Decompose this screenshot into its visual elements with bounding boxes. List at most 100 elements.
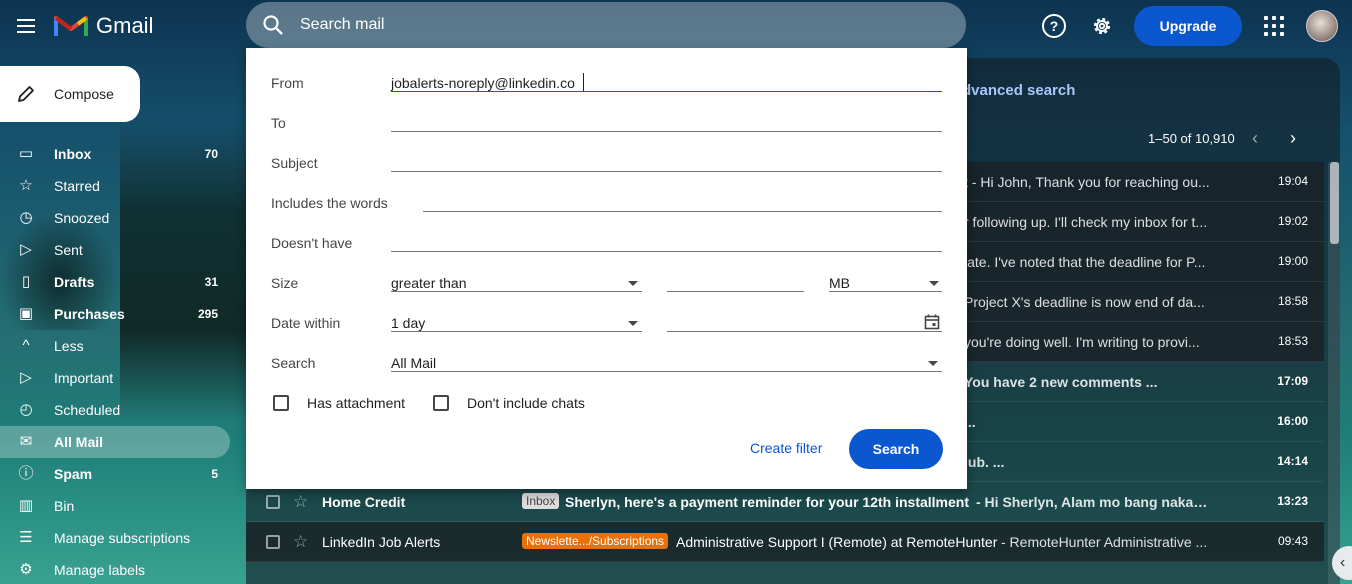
- date-field[interactable]: [667, 331, 942, 332]
- size-comparator-dropdown-icon[interactable]: [628, 281, 638, 286]
- sidebar-item-bin[interactable]: ▥ Bin: [0, 490, 230, 522]
- has-attachment-checkbox[interactable]: [273, 395, 289, 411]
- pencil-icon: [18, 86, 34, 102]
- sidebar-item-label: Scheduled: [54, 402, 121, 418]
- sidebar-item-all-mail[interactable]: ✉ All Mail: [0, 426, 230, 458]
- doesnt-have-field[interactable]: [391, 251, 942, 252]
- size-label: Size: [271, 275, 299, 291]
- search-icon[interactable]: [262, 14, 284, 36]
- search-scope-underline: [391, 371, 942, 372]
- email-time: 19:00: [1277, 254, 1308, 268]
- has-attachment-label: Has attachment: [307, 395, 406, 411]
- star-icon[interactable]: ☆: [293, 532, 308, 552]
- star-icon: ☆: [19, 177, 33, 194]
- calendar-icon[interactable]: [924, 314, 940, 330]
- doesnt-have-label: Doesn't have: [271, 235, 353, 251]
- sidebar-item-starred[interactable]: ☆ Starred: [0, 170, 230, 202]
- text-cursor: [583, 73, 584, 91]
- sidebar-item-purchases[interactable]: ▣ Purchases 295: [0, 298, 230, 330]
- scrollbar-thumb[interactable]: [1330, 162, 1339, 244]
- email-subject: Administrative Support I (Remote) at Rem…: [676, 534, 998, 550]
- sidebar-item-count: 5: [211, 467, 218, 481]
- size-unit-dropdown-icon[interactable]: [929, 281, 939, 286]
- google-apps-icon[interactable]: [1264, 16, 1284, 36]
- draft-icon: ▯: [21, 273, 31, 290]
- sidebar-item-manage-labels[interactable]: ⚙ Manage labels: [0, 554, 230, 584]
- sidebar-item-manage-subscriptions[interactable]: ☰ Manage subscriptions: [0, 522, 230, 554]
- date-within-select[interactable]: 1 day: [391, 315, 425, 331]
- chevron-right-icon[interactable]: ›: [1290, 128, 1296, 149]
- sidebar-item-snoozed[interactable]: ◷ Snoozed: [0, 202, 230, 234]
- subject-label: Subject: [271, 155, 318, 171]
- sidebar-item-label: Drafts: [54, 274, 95, 290]
- main-menu-icon[interactable]: [14, 14, 38, 38]
- subject-field[interactable]: [391, 171, 942, 172]
- includes-words-label: Includes the words: [271, 195, 388, 211]
- compose-label: Compose: [54, 86, 114, 102]
- email-snippet: lub. ...: [964, 454, 1005, 470]
- email-sender: LinkedIn Job Alerts: [322, 534, 441, 550]
- search-input[interactable]: Search mail: [300, 16, 384, 34]
- sidebar-item-label: Manage labels: [54, 562, 146, 578]
- date-within-label: Date within: [271, 315, 341, 331]
- sidebar-item-spam[interactable]: ⓘ Spam 5: [0, 458, 230, 490]
- sidebar-item-label: Important: [54, 370, 114, 386]
- email-snippet: - RemoteHunter Administrative ...: [1001, 534, 1208, 550]
- inbox-icon: ▭: [18, 145, 34, 162]
- to-field[interactable]: [391, 131, 942, 132]
- create-filter-button[interactable]: Create filter: [750, 440, 822, 456]
- row-checkbox[interactable]: [266, 495, 280, 509]
- email-label-badge[interactable]: Newslette.../Subscriptions: [522, 533, 669, 549]
- account-avatar[interactable]: [1306, 10, 1338, 42]
- email-snippet: you're doing well. I'm writing to provi.…: [964, 334, 1200, 350]
- sidebar-item-important[interactable]: ▷ Important: [0, 362, 230, 394]
- email-label-badge[interactable]: Inbox: [522, 493, 560, 509]
- search-button[interactable]: Search: [849, 429, 943, 469]
- shopping-bag-icon: ▣: [18, 305, 34, 322]
- email-subject: Sherlyn, here's a payment reminder for y…: [565, 494, 970, 510]
- sidebar-item-label: Bin: [54, 498, 75, 514]
- sidebar-item-sent[interactable]: ▷ Sent: [0, 234, 230, 266]
- email-time: 09:43: [1277, 534, 1308, 548]
- from-field[interactable]: jobalerts-noreply@linkedin.co: [391, 75, 575, 91]
- row-checkbox[interactable]: [266, 535, 280, 549]
- size-comparator-select[interactable]: greater than: [391, 275, 467, 291]
- settings-icon: ⚙: [19, 561, 33, 578]
- sidebar-item-label: Snoozed: [54, 210, 110, 226]
- chevron-left-icon[interactable]: ‹: [1252, 128, 1258, 149]
- help-icon[interactable]: ?: [1042, 14, 1066, 38]
- dont-include-chats-checkbox[interactable]: [433, 395, 449, 411]
- sidebar-item-drafts[interactable]: ▯ Drafts 31: [0, 266, 230, 298]
- from-underline: [391, 91, 942, 92]
- includes-words-field[interactable]: [423, 211, 942, 212]
- gmail-logo-icon[interactable]: [54, 12, 88, 38]
- search-scope-dropdown-icon[interactable]: [928, 361, 938, 366]
- size-value-field[interactable]: [667, 291, 804, 292]
- sidebar-item-label: Less: [54, 338, 84, 354]
- size-unit-select[interactable]: MB: [829, 275, 850, 291]
- email-snippet: - Hi Sherlyn, Alam mo bang nakaka...: [976, 494, 1208, 510]
- from-label: From: [271, 75, 304, 91]
- compose-button[interactable]: Compose: [0, 66, 140, 122]
- upgrade-button[interactable]: Upgrade: [1134, 6, 1242, 46]
- email-time: 18:53: [1277, 334, 1308, 348]
- settings-gear-icon[interactable]: [1090, 14, 1114, 38]
- date-within-dropdown-icon[interactable]: [628, 321, 638, 326]
- label-important-icon: ▷: [20, 369, 32, 386]
- pagination-count: 1–50 of 10,910: [1148, 131, 1235, 146]
- email-snippet: r following up. I'll check my inbox for …: [964, 214, 1208, 230]
- star-icon[interactable]: ☆: [293, 492, 308, 512]
- email-snippet: t - Hi John, Thank you for reaching ou..…: [964, 174, 1210, 190]
- email-time: 19:04: [1277, 174, 1308, 188]
- search-bar[interactable]: Search mail: [246, 2, 966, 48]
- dont-include-chats-label: Don't include chats: [467, 395, 585, 411]
- sidebar-item-scheduled[interactable]: ◴ Scheduled: [0, 394, 230, 426]
- sidebar-item-less[interactable]: ^ Less: [0, 330, 230, 362]
- search-scope-select[interactable]: All Mail: [391, 355, 436, 371]
- email-sender: Home Credit: [322, 494, 406, 510]
- email-time: 17:09: [1277, 374, 1308, 388]
- email-row[interactable]: ☆ LinkedIn Job Alerts Newslette.../Subscri…: [246, 522, 1324, 562]
- trash-icon: ▥: [18, 497, 34, 514]
- sidebar-item-label: All Mail: [54, 434, 104, 450]
- sidebar-item-inbox[interactable]: ▭ Inbox 70: [0, 138, 230, 170]
